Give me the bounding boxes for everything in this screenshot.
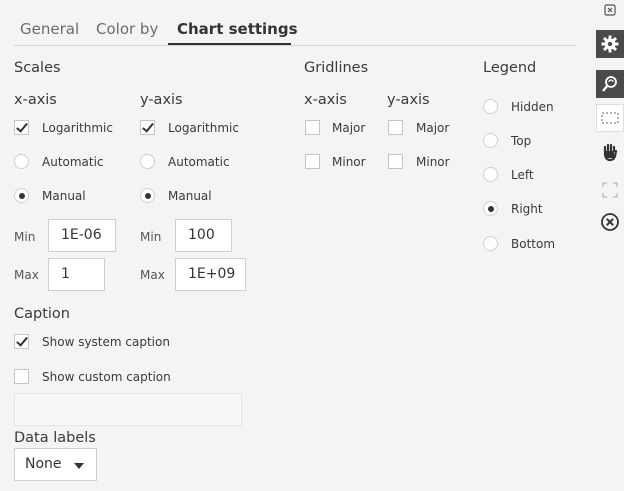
legend-left-radio[interactable] <box>483 167 498 182</box>
scales-x-axis-label: x-axis <box>14 92 57 108</box>
collapse-button[interactable] <box>596 4 624 24</box>
legend-bottom-label: Bottom <box>511 237 556 251</box>
x-minor-label: Minor <box>332 155 366 169</box>
pan-hand-icon <box>603 143 618 162</box>
close-icon <box>601 213 619 231</box>
legend-right-radio[interactable] <box>483 201 498 216</box>
y-major-gridlines-checkbox[interactable] <box>388 120 403 135</box>
pan-button[interactable] <box>596 138 624 166</box>
y-manual-radio[interactable] <box>140 188 155 203</box>
x-min-label: Min <box>14 230 36 244</box>
y-manual-label: Manual <box>168 189 212 203</box>
chart-settings-panel: General Color by Chart settings Scales x… <box>0 0 590 491</box>
legend-top-radio[interactable] <box>483 133 498 148</box>
legend-hidden-label: Hidden <box>511 100 554 114</box>
expand-button[interactable] <box>596 176 624 204</box>
legend-top-label: Top <box>511 134 532 148</box>
x-logarithmic-checkbox[interactable] <box>14 120 29 135</box>
settings-gear-icon <box>601 35 619 53</box>
y-minor-gridlines-checkbox[interactable] <box>388 154 403 169</box>
y-automatic-radio[interactable] <box>140 154 155 169</box>
tab-divider <box>14 45 576 46</box>
close-button[interactable] <box>596 208 624 236</box>
expand-icon <box>602 182 618 198</box>
scales-y-axis-label: y-axis <box>140 92 183 108</box>
y-min-label: Min <box>140 230 162 244</box>
settings-button[interactable] <box>596 30 624 58</box>
x-minor-gridlines-checkbox[interactable] <box>305 154 320 169</box>
y-max-input[interactable]: 1E+09 <box>175 258 246 291</box>
rectangle-select-icon <box>601 112 619 124</box>
y-max-label: Max <box>140 268 165 282</box>
y-automatic-label: Automatic <box>168 155 230 169</box>
custom-caption-input[interactable] <box>14 393 242 426</box>
y-minor-label: Minor <box>416 155 450 169</box>
tab-color-by[interactable]: Color by <box>96 20 158 38</box>
x-max-label: Max <box>14 268 39 282</box>
x-major-label: Major <box>332 121 366 135</box>
x-automatic-radio[interactable] <box>14 154 29 169</box>
y-min-input[interactable]: 100 <box>175 219 232 252</box>
scales-heading: Scales <box>14 60 61 76</box>
x-manual-label: Manual <box>42 189 86 203</box>
data-labels-selected-value: None <box>25 456 62 472</box>
y-logarithmic-checkbox[interactable] <box>140 120 155 135</box>
chevron-down-icon <box>74 463 84 469</box>
legend-right-label: Right <box>511 202 543 216</box>
collapse-icon <box>604 4 616 16</box>
legend-left-label: Left <box>511 168 534 182</box>
lasso-zoom-icon <box>602 76 617 92</box>
y-logarithmic-label: Logarithmic <box>168 121 239 135</box>
show-custom-caption-checkbox[interactable] <box>14 369 29 384</box>
x-min-input[interactable]: 1E-06 <box>48 219 116 252</box>
gridlines-y-axis-label: y-axis <box>387 92 430 108</box>
tab-chart-settings[interactable]: Chart settings <box>177 20 298 38</box>
x-manual-radio[interactable] <box>14 188 29 203</box>
show-custom-caption-label: Show custom caption <box>42 370 171 384</box>
caption-heading: Caption <box>14 306 70 322</box>
legend-bottom-radio[interactable] <box>483 236 498 251</box>
show-system-caption-label: Show system caption <box>42 335 170 349</box>
gridlines-heading: Gridlines <box>304 60 369 76</box>
x-logarithmic-label: Logarithmic <box>42 121 113 135</box>
legend-hidden-radio[interactable] <box>483 99 498 114</box>
x-max-input[interactable]: 1 <box>48 258 105 291</box>
data-labels-heading: Data labels <box>14 430 96 446</box>
gridlines-x-axis-label: x-axis <box>304 92 347 108</box>
data-labels-dropdown[interactable]: None <box>14 448 97 481</box>
rectangle-select-button[interactable] <box>596 104 624 132</box>
legend-heading: Legend <box>483 60 537 76</box>
lasso-zoom-button[interactable] <box>596 70 624 98</box>
tab-general[interactable]: General <box>20 20 79 38</box>
show-system-caption-checkbox[interactable] <box>14 334 29 349</box>
x-automatic-label: Automatic <box>42 155 104 169</box>
x-major-gridlines-checkbox[interactable] <box>305 120 320 135</box>
y-major-label: Major <box>416 121 450 135</box>
